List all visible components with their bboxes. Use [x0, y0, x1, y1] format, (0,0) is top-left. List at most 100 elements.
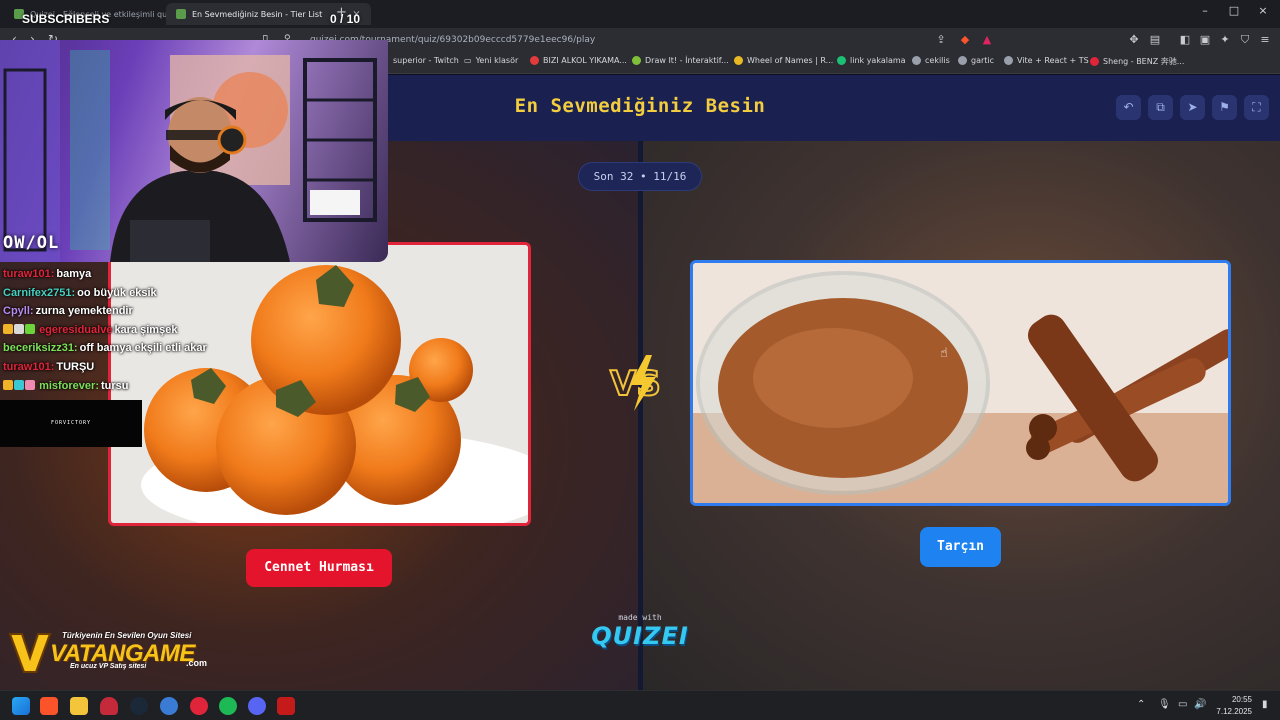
leo-ai-icon[interactable]: ✦	[1218, 33, 1232, 47]
stream-chat: turaw101: bamya Carnifex2751: oo büyük eks…	[3, 268, 243, 398]
fullscreen-icon[interactable]: ⛶	[1244, 95, 1269, 120]
subscribers-count: 0 / 10	[330, 12, 361, 26]
clock-time: 20:55	[1231, 695, 1252, 704]
brave-shield-icon[interactable]: ◆	[958, 33, 972, 47]
gift-badge-icon	[25, 323, 35, 334]
app-icon[interactable]	[160, 697, 178, 715]
cinnamon-image	[693, 263, 1228, 503]
vatangame-logo: Türkiyenin En Sevilen Oyun Sitesi VATANG…	[8, 630, 218, 674]
chat-username: Carnifex2751:	[3, 286, 76, 299]
bookmark-favicon-icon	[530, 56, 539, 65]
chat-message: egeresidualve kara şimşek	[3, 323, 243, 343]
bookmark-folder[interactable]: ▭ Yeni klasör	[464, 56, 518, 65]
chat-username: egeresidualve	[39, 323, 113, 336]
share-icon[interactable]: ⇪	[934, 33, 948, 47]
bookmark-label: link yakalama	[850, 56, 906, 65]
bookmark-item[interactable]: Sheng - BENZ 奔驰...	[1090, 56, 1184, 67]
vatangame-subtitle: En ucuz VP Satış sitesi	[70, 663, 147, 670]
right-choice-image[interactable]: ☝	[690, 260, 1231, 506]
choose-right-button[interactable]: Tarçın	[920, 527, 1001, 567]
tab-label: En Sevmediğiniz Besin - Tier List	[192, 9, 323, 19]
vpn-icon[interactable]: ⛉	[1238, 33, 1252, 47]
chat-text: TURŞU	[56, 360, 95, 373]
flag-icon[interactable]: ⚑	[1212, 95, 1237, 120]
chat-message: Carnifex2751: oo büyük eksik	[3, 287, 243, 306]
choose-left-button[interactable]: Cennet Hurması	[246, 549, 392, 587]
sponsor-banner: FORVICTORY	[0, 400, 142, 447]
crown-badge-icon	[3, 379, 13, 390]
bookmark-label: Draw It! - İnteraktif...	[645, 56, 729, 65]
chat-username: turaw101:	[3, 268, 55, 280]
vatangame-dotcom: .com	[186, 658, 208, 668]
bookmark-item[interactable]: Wheel of Names | R...	[734, 56, 833, 65]
stream-app-icon[interactable]	[277, 697, 295, 715]
made-with-quizei[interactable]: made with QUIZEI	[590, 613, 690, 650]
bookmark-label: superior - Twitch	[393, 56, 459, 65]
bookmark-favicon-icon	[912, 56, 921, 65]
bookmark-favicon-icon	[958, 56, 967, 65]
bookmark-item[interactable]: Vite + React + TS	[1004, 56, 1089, 65]
menu-icon[interactable]: ≡	[1258, 33, 1272, 47]
bookmark-label: Wheel of Names | R...	[747, 56, 834, 65]
folder-icon: ▭	[464, 56, 472, 65]
start-menu-icon[interactable]	[12, 697, 30, 715]
maximize-icon[interactable]: □	[1219, 4, 1249, 17]
spotify-icon[interactable]	[219, 697, 237, 715]
copy-link-icon[interactable]: ⧉	[1148, 95, 1173, 120]
close-window-icon[interactable]: ×	[1248, 4, 1278, 17]
chat-text: oo büyük eksik	[77, 286, 157, 299]
chat-username: misforever:	[39, 379, 99, 392]
bookmark-favicon-icon	[837, 56, 846, 65]
volume-icon[interactable]: 🔊	[1194, 699, 1206, 710]
steam-icon[interactable]	[130, 697, 148, 715]
brave-rewards-icon[interactable]: ▲	[980, 33, 994, 47]
chat-message: misforever: tursu	[3, 379, 243, 399]
bookmark-item[interactable]: Draw It! - İnteraktif...	[632, 56, 729, 65]
bookmark-item[interactable]: cekilis	[912, 56, 950, 65]
crown-badge-icon	[3, 323, 13, 334]
round-indicator: Son 32 • 11/16	[578, 162, 702, 191]
chat-message: turaw101: bamya	[3, 268, 243, 287]
center-divider	[638, 141, 643, 690]
bookmark-favicon-icon	[632, 56, 641, 65]
clock-date: 7.12.2025	[1216, 707, 1252, 716]
vatangame-v-icon	[8, 633, 52, 673]
system-clock[interactable]: 20:55 7.12.2025	[1216, 694, 1252, 718]
send-icon[interactable]: ➤	[1180, 95, 1205, 120]
obs-icon[interactable]	[190, 697, 208, 715]
quizei-logo: QUIZEI	[591, 622, 689, 650]
chat-text: zurna yemektendir	[35, 305, 133, 318]
extensions-icon[interactable]: ✥	[1127, 33, 1141, 47]
bookmark-item[interactable]: gartic	[958, 56, 994, 65]
chat-username: turaw101:	[3, 360, 55, 373]
bookmark-label: BIZI ALKOL YIKAMA...	[543, 56, 627, 65]
brave-browser-icon[interactable]	[40, 697, 58, 715]
discord-icon[interactable]	[248, 697, 266, 715]
versus-icon: VS	[609, 355, 662, 411]
microphone-icon[interactable]: 🎙	[1158, 699, 1171, 710]
bookmark-item[interactable]: superior - Twitch	[393, 56, 459, 65]
sidebar-icon[interactable]: ◧	[1178, 33, 1192, 47]
sub-badge-icon	[14, 379, 24, 390]
chat-text: tursu	[100, 379, 129, 392]
minimize-icon[interactable]: –	[1190, 4, 1220, 17]
bookmark-favicon-icon	[1090, 57, 1099, 66]
undo-icon[interactable]: ↶	[1116, 95, 1141, 120]
wallet-icon[interactable]: ▣	[1198, 33, 1212, 47]
bookmark-item[interactable]: link yakalama	[837, 56, 906, 65]
windows-taskbar: ⌃ 🎙 ▭ 🔊 20:55 7.12.2025 ▮	[0, 690, 1280, 720]
url-field[interactable]: quizei.com/tournament/quiz/69302b09ecccd…	[300, 31, 920, 49]
chat-username: beceriksizz31:	[3, 342, 78, 355]
file-explorer-icon[interactable]	[70, 697, 88, 715]
gift-badge-icon	[25, 379, 35, 390]
bookmark-label: Yeni klasör	[475, 56, 519, 65]
notification-icon[interactable]: ▮	[1262, 699, 1268, 710]
valorant-icon[interactable]	[100, 697, 118, 715]
bookmark-label: gartic	[971, 56, 995, 65]
network-icon[interactable]: ▭	[1178, 699, 1187, 710]
mouse-cursor-icon: ☝	[940, 346, 948, 361]
bookmark-item[interactable]: BIZI ALKOL YIKAMA...	[530, 56, 627, 65]
webcam-feed-image	[0, 40, 377, 262]
tab-search-icon[interactable]: ▤	[1148, 33, 1162, 47]
tray-overflow-icon[interactable]: ⌃	[1137, 699, 1145, 710]
